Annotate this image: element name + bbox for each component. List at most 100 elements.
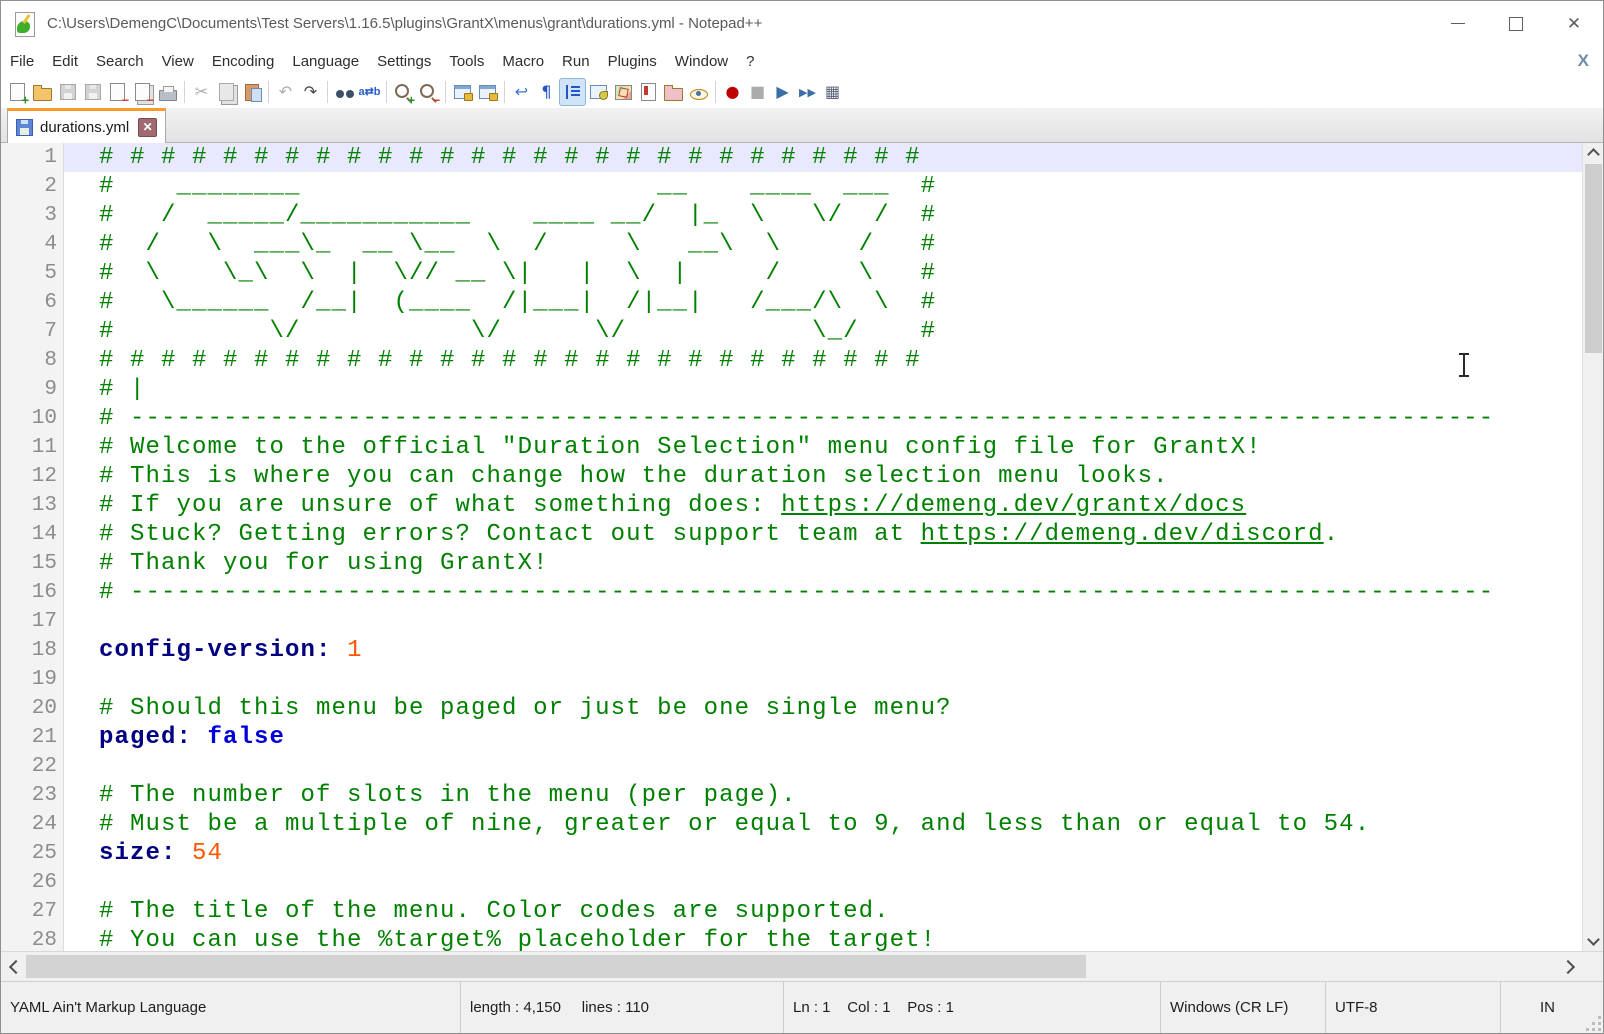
line-text[interactable]: paged: false (64, 723, 1582, 752)
status-encoding: UTF-8 (1326, 982, 1501, 1033)
line-text[interactable]: # You can use the %target% placeholder f… (64, 926, 1582, 951)
word-wrap-icon[interactable]: ↩ (509, 79, 534, 105)
menu-file[interactable]: File (1, 48, 43, 75)
new-file-icon[interactable]: + (5, 79, 30, 105)
menu-macro[interactable]: Macro (493, 48, 553, 75)
line-text[interactable]: # If you are unsure of what something do… (64, 491, 1582, 520)
horizontal-scrollbar-thumb[interactable] (26, 955, 1086, 978)
code-line-1: 1# # # # # # # # # # # # # # # # # # # #… (1, 143, 1582, 172)
menu-view[interactable]: View (153, 48, 203, 75)
close-file-icon[interactable]: − (105, 79, 130, 105)
scroll-up-button[interactable] (1583, 143, 1603, 163)
notepadpp-window: C:\Users\DemengC\Documents\Test Servers\… (0, 0, 1604, 1034)
zoom-in-icon[interactable]: + (391, 79, 416, 105)
code-line-26: 26 (1, 868, 1582, 897)
show-all-characters-icon[interactable]: ¶ (534, 79, 559, 105)
line-number: 16 (1, 578, 64, 607)
redo-icon[interactable]: ↷ (298, 79, 323, 105)
tab-durations-yml[interactable]: durations.yml ✕ (7, 108, 166, 143)
line-text[interactable]: # --------------------------------------… (64, 404, 1582, 433)
vertical-scrollbar-thumb[interactable] (1585, 164, 1602, 353)
toolbar-separator (386, 81, 387, 103)
horizontal-scrollbar[interactable] (1, 951, 1603, 981)
close-document-x-button[interactable]: X (1578, 51, 1589, 71)
line-text[interactable]: # ________ __ ____ ___ # (64, 172, 1582, 201)
print-icon[interactable] (155, 79, 180, 105)
save-macro-icon[interactable]: ▦ (820, 79, 845, 105)
sync-vertical-scroll-icon[interactable] (450, 79, 475, 105)
line-text[interactable]: # \______ /__| (____ /|___| /|__| /___/\… (64, 288, 1582, 317)
line-text[interactable] (64, 665, 1582, 694)
scroll-down-button[interactable] (1583, 931, 1603, 951)
line-text[interactable]: # Should this menu be paged or just be o… (64, 694, 1582, 723)
scroll-left-button[interactable] (1, 952, 26, 981)
line-number: 18 (1, 636, 64, 665)
line-text[interactable]: # \ \_\ \ | \// __ \| | \ | / \ # (64, 259, 1582, 288)
line-text[interactable]: size: 54 (64, 839, 1582, 868)
stop-macro-icon[interactable]: ■ (745, 79, 770, 105)
code-line-11: 11# Welcome to the official "Duration Se… (1, 433, 1582, 462)
line-text[interactable]: # | (64, 375, 1582, 404)
menu-encoding[interactable]: Encoding (203, 48, 284, 75)
menu-settings[interactable]: Settings (368, 48, 440, 75)
minimize-button[interactable] (1429, 1, 1487, 46)
close-button[interactable]: ✕ (1545, 1, 1603, 46)
vertical-scrollbar[interactable] (1582, 143, 1603, 951)
tab-close-icon[interactable]: ✕ (138, 118, 157, 137)
line-text[interactable]: # Welcome to the official "Duration Sele… (64, 433, 1582, 462)
line-text[interactable]: # / _____/___________ ____ __/ |_ \ \/ /… (64, 201, 1582, 230)
menu-edit[interactable]: Edit (43, 48, 87, 75)
line-text[interactable]: # --------------------------------------… (64, 578, 1582, 607)
line-number: 6 (1, 288, 64, 317)
line-number: 5 (1, 259, 64, 288)
maximize-button[interactable] (1487, 1, 1545, 46)
line-text[interactable]: config-version: 1 (64, 636, 1582, 665)
line-text[interactable] (64, 868, 1582, 897)
line-text[interactable]: # This is where you can change how the d… (64, 462, 1582, 491)
undo-icon[interactable]: ↶ (273, 79, 298, 105)
paste-icon[interactable] (239, 79, 264, 105)
editor-pane[interactable]: 1# # # # # # # # # # # # # # # # # # # #… (1, 143, 1603, 951)
menu-help[interactable]: ? (737, 48, 763, 75)
menu-plugins[interactable]: Plugins (599, 48, 666, 75)
line-text[interactable]: # Thank you for using GrantX! (64, 549, 1582, 578)
document-list-icon[interactable] (636, 79, 661, 105)
line-text[interactable] (64, 607, 1582, 636)
toolbar-separator (327, 81, 328, 103)
menu-window[interactable]: Window (666, 48, 737, 75)
line-text[interactable]: # # # # # # # # # # # # # # # # # # # # … (64, 143, 1582, 172)
function-list-icon[interactable] (586, 79, 611, 105)
document-map-icon[interactable] (611, 79, 636, 105)
record-macro-icon[interactable]: ● (720, 79, 745, 105)
line-text[interactable]: # The title of the menu. Color codes are… (64, 897, 1582, 926)
line-text[interactable] (64, 752, 1582, 781)
cut-icon[interactable]: ✂ (189, 79, 214, 105)
show-indent-guide-icon[interactable] (559, 78, 586, 106)
menu-language[interactable]: Language (283, 48, 368, 75)
file-monitoring-icon[interactable] (686, 79, 711, 105)
menu-search[interactable]: Search (87, 48, 153, 75)
line-text[interactable]: # The number of slots in the menu (per p… (64, 781, 1582, 810)
url-link[interactable]: https://demeng.dev/grantx/docs (781, 492, 1246, 519)
url-link[interactable]: https://demeng.dev/discord (921, 521, 1324, 548)
scroll-right-button[interactable] (1557, 952, 1582, 981)
line-text[interactable]: # / \ ___\_ __ \__ \ / \ __\ \ / # (64, 230, 1582, 259)
line-text[interactable]: # Stuck? Getting errors? Contact out sup… (64, 520, 1582, 549)
line-text[interactable]: # # # # # # # # # # # # # # # # # # # # … (64, 346, 1582, 375)
resize-grip[interactable] (1587, 1017, 1601, 1031)
code-line-4: 4# / \ ___\_ __ \__ \ / \ __\ \ / # (1, 230, 1582, 259)
replace-icon[interactable]: a⇄b (357, 79, 382, 105)
menu-run[interactable]: Run (553, 48, 599, 75)
run-macro-multiple-icon[interactable]: ▶▶ (795, 79, 820, 105)
open-file-icon[interactable] (30, 79, 55, 105)
find-icon[interactable] (332, 79, 357, 105)
zoom-out-icon[interactable]: − (416, 79, 441, 105)
menu-tools[interactable]: Tools (440, 48, 493, 75)
code-line-2: 2# ________ __ ____ ___ # (1, 172, 1582, 201)
close-all-icon[interactable]: − (130, 79, 155, 105)
sync-horizontal-scroll-icon[interactable] (475, 79, 500, 105)
line-text[interactable]: # Must be a multiple of nine, greater or… (64, 810, 1582, 839)
play-macro-icon[interactable]: ▶ (770, 79, 795, 105)
folder-as-workspace-icon[interactable] (661, 79, 686, 105)
line-text[interactable]: # \/ \/ \/ \_/ # (64, 317, 1582, 346)
